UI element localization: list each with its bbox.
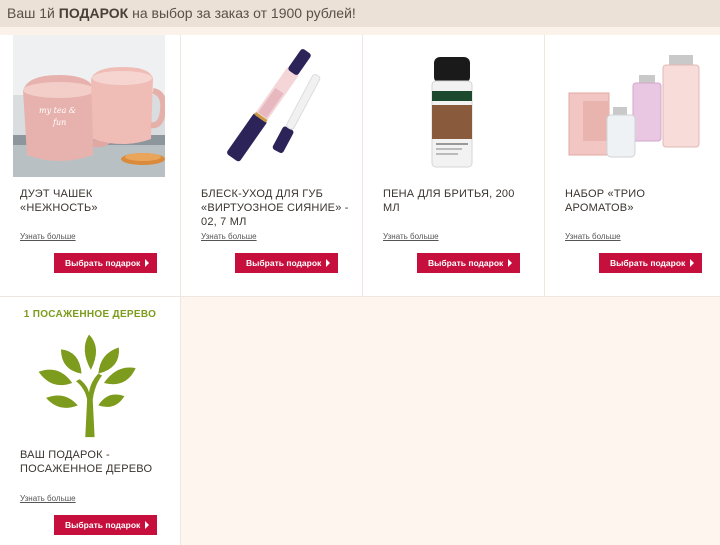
gift-card-shaving-foam: ПЕНА ДЛЯ БРИТЬЯ, 200 МЛ Узнать больше Вы… — [363, 35, 545, 297]
shaving-foam-image — [376, 35, 528, 177]
choose-gift-label: Выбрать подарок — [428, 258, 504, 268]
arrow-right-icon — [145, 521, 149, 529]
arrow-right-icon — [145, 259, 149, 267]
banner-prefix: Ваш 1й — [7, 5, 55, 21]
gift-card-perfume-trio: НАБОР «ТРИО АРОМАТОВ» Узнать больше Выбр… — [545, 35, 720, 297]
learn-more-link[interactable]: Узнать больше — [201, 232, 257, 241]
gift-title: ПЕНА ДЛЯ БРИТЬЯ, 200 МЛ — [383, 188, 515, 214]
gift-card-tree: 1 ПОСАЖЕННОЕ ДЕРЕВО ВАШ ПОДАРОК - ПОСАЖЕ… — [0, 297, 181, 545]
gift-title: ДУЭТ ЧАШЕК «НЕЖНОСТЬ» — [20, 188, 98, 214]
banner-suffix: на выбор за заказ от 1900 рублей! — [132, 5, 356, 21]
learn-more-link[interactable]: Узнать больше — [565, 232, 621, 241]
learn-more-link[interactable]: Узнать больше — [20, 232, 76, 241]
pink-mugs-image: my tea & fun — [13, 35, 165, 177]
gift-card-lip-gloss: БЛЕСК-УХОД ДЛЯ ГУБ «ВИРТУОЗНОЕ СИЯНИЕ» -… — [181, 35, 363, 297]
choose-gift-label: Выбрать подарок — [246, 258, 322, 268]
gift-title: ВАШ ПОДАРОК - ПОСАЖЕННОЕ ДЕРЕВО — [20, 449, 153, 475]
svg-text:my tea &: my tea & — [39, 106, 76, 115]
choose-gift-button[interactable]: Выбрать подарок — [599, 253, 702, 273]
lip-gloss-image — [194, 35, 346, 177]
choose-gift-button[interactable]: Выбрать подарок — [235, 253, 338, 273]
arrow-right-icon — [508, 259, 512, 267]
choose-gift-label: Выбрать подарок — [65, 258, 141, 268]
arrow-right-icon — [326, 259, 330, 267]
choose-gift-label: Выбрать подарок — [610, 258, 686, 268]
gift-title: БЛЕСК-УХОД ДЛЯ ГУБ «ВИРТУОЗНОЕ СИЯНИЕ» -… — [201, 188, 349, 228]
choose-gift-button[interactable]: Выбрать подарок — [54, 253, 157, 273]
svg-text:fun: fun — [52, 118, 66, 127]
learn-more-link[interactable]: Узнать больше — [20, 494, 76, 503]
perfume-trio-image — [565, 35, 717, 177]
choose-gift-label: Выбрать подарок — [65, 520, 141, 530]
promo-banner: Ваш 1й ПОДАРОК на выбор за заказ от 1900… — [0, 0, 720, 27]
tree-caption: 1 ПОСАЖЕННОЕ ДЕРЕВО — [23, 309, 157, 320]
gift-card-mugs: my tea & fun ДУЭТ ЧАШЕК «НЕЖНОСТЬ» Узнат… — [0, 35, 181, 297]
banner-divider — [0, 27, 720, 35]
banner-highlight: ПОДАРОК — [58, 5, 129, 21]
choose-gift-button[interactable]: Выбрать подарок — [54, 515, 157, 535]
gift-title: НАБОР «ТРИО АРОМАТОВ» — [565, 188, 646, 214]
choose-gift-button[interactable]: Выбрать подарок — [417, 253, 520, 273]
learn-more-link[interactable]: Узнать больше — [383, 232, 439, 241]
tree-icon — [38, 334, 136, 438]
arrow-right-icon — [690, 259, 694, 267]
